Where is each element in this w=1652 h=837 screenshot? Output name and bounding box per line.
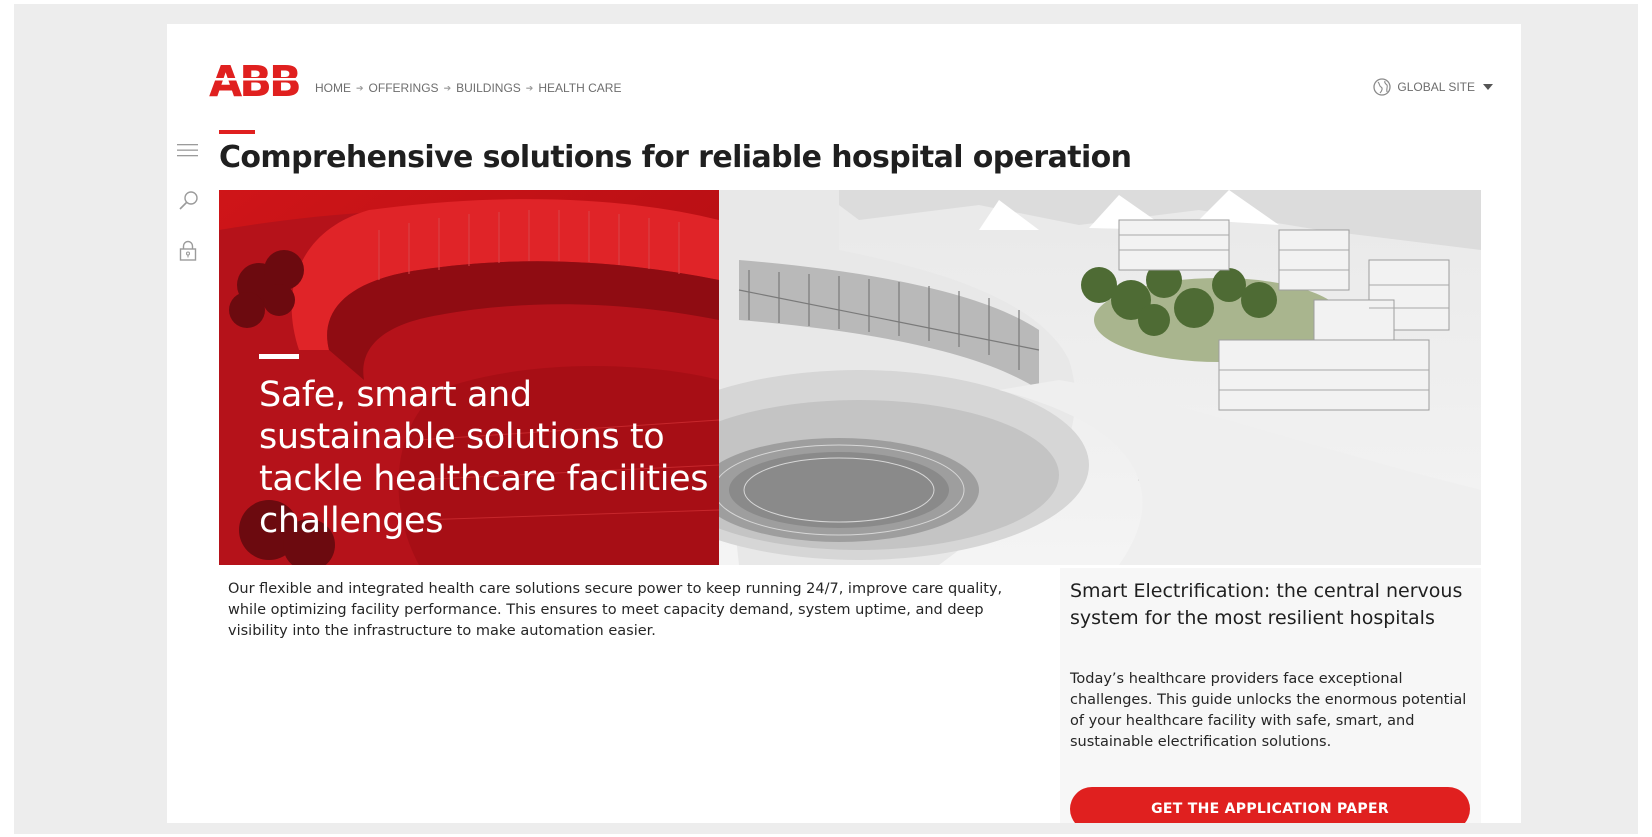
global-site-selector[interactable]: GLOBAL SITE bbox=[1373, 78, 1493, 96]
breadcrumb-health-care[interactable]: HEALTH CARE bbox=[538, 81, 621, 95]
globe-icon bbox=[1373, 78, 1392, 96]
lock-icon bbox=[179, 240, 197, 261]
breadcrumb-buildings[interactable]: BUILDINGS bbox=[456, 81, 521, 95]
hero-banner: Safe, smart and sustainable solutions to… bbox=[219, 190, 1481, 565]
hero-accent-bar bbox=[259, 354, 299, 359]
breadcrumb-separator: ➔ bbox=[443, 82, 452, 93]
breadcrumb-home[interactable]: HOME bbox=[315, 81, 351, 95]
breadcrumb-separator: ➔ bbox=[525, 82, 534, 93]
search-button[interactable] bbox=[176, 189, 200, 213]
global-site-label: GLOBAL SITE bbox=[1397, 80, 1475, 94]
caret-down-icon bbox=[1483, 84, 1493, 90]
intro-paragraph: Our flexible and integrated health care … bbox=[228, 581, 1003, 639]
promo-card: Smart Electrification: the central nervo… bbox=[1060, 568, 1481, 823]
breadcrumb: HOME ➔ OFFERINGS ➔ BUILDINGS ➔ HEALTH CA… bbox=[315, 81, 621, 95]
get-application-paper-button[interactable]: GET THE APPLICATION PAPER bbox=[1070, 787, 1470, 823]
breadcrumb-offerings[interactable]: OFFERINGS bbox=[369, 81, 439, 95]
search-icon bbox=[179, 191, 198, 210]
hero-headline: Safe, smart and sustainable solutions to… bbox=[259, 375, 709, 541]
menu-button[interactable] bbox=[176, 138, 200, 162]
web-page: ABB HOME ➔ OFFERINGS ➔ BUILDINGS ➔ HEALT… bbox=[167, 24, 1521, 823]
page-title: Comprehensive solutions for reliable hos… bbox=[219, 140, 1132, 175]
menu-icon bbox=[177, 144, 198, 157]
title-accent-bar bbox=[219, 130, 255, 134]
abb-logo[interactable]: ABB bbox=[209, 60, 305, 100]
screenshot-frame: ABB HOME ➔ OFFERINGS ➔ BUILDINGS ➔ HEALT… bbox=[14, 4, 1638, 834]
breadcrumb-separator: ➔ bbox=[356, 82, 364, 93]
login-button[interactable] bbox=[176, 239, 200, 263]
promo-card-text: Today’s healthcare providers face except… bbox=[1070, 671, 1467, 750]
promo-card-title: Smart Electrification: the central nervo… bbox=[1070, 580, 1463, 629]
